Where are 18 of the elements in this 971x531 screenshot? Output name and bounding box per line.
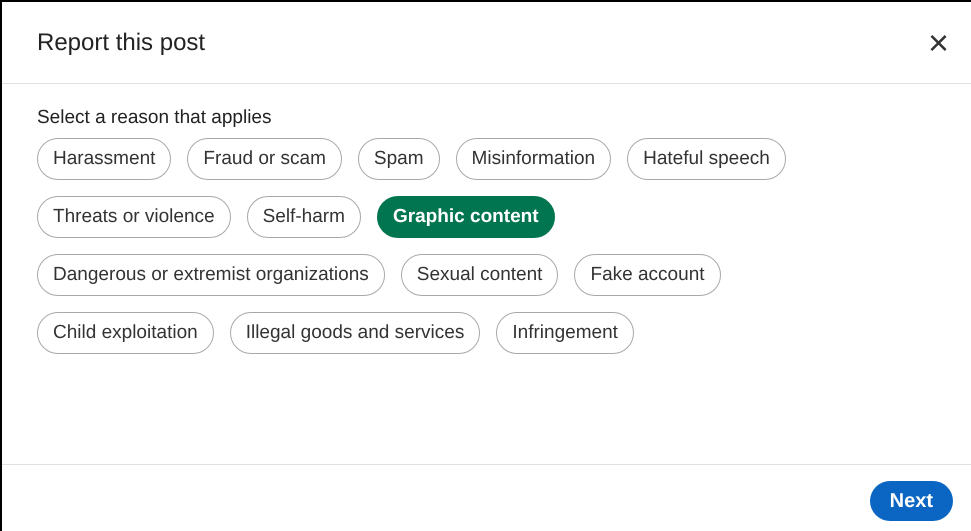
reason-chip[interactable]: Hateful speech <box>627 138 786 180</box>
dialog-title: Report this post <box>37 28 206 56</box>
reason-chip[interactable]: Fake account <box>574 254 721 296</box>
reason-chip[interactable]: Harassment <box>37 138 172 180</box>
prompt-text: Select a reason that applies <box>37 107 272 129</box>
reason-chip[interactable]: Graphic content <box>376 196 555 238</box>
close-button[interactable]: × <box>924 24 953 60</box>
reason-chip[interactable]: Child exploitation <box>37 312 214 354</box>
reason-chip[interactable]: Misinformation <box>456 138 612 180</box>
reason-chip[interactable]: Illegal goods and services <box>230 312 480 354</box>
reason-chip[interactable]: Fraud or scam <box>187 138 342 180</box>
reason-chip[interactable]: Infringement <box>496 312 634 354</box>
reason-chip[interactable]: Spam <box>358 138 440 180</box>
next-button[interactable]: Next <box>870 481 953 521</box>
reason-chip[interactable]: Sexual content <box>400 254 558 296</box>
reason-chip[interactable]: Dangerous or extremist organizations <box>37 254 385 296</box>
reason-chip[interactable]: Threats or violence <box>37 196 231 238</box>
reason-chip[interactable]: Self-harm <box>246 196 361 238</box>
